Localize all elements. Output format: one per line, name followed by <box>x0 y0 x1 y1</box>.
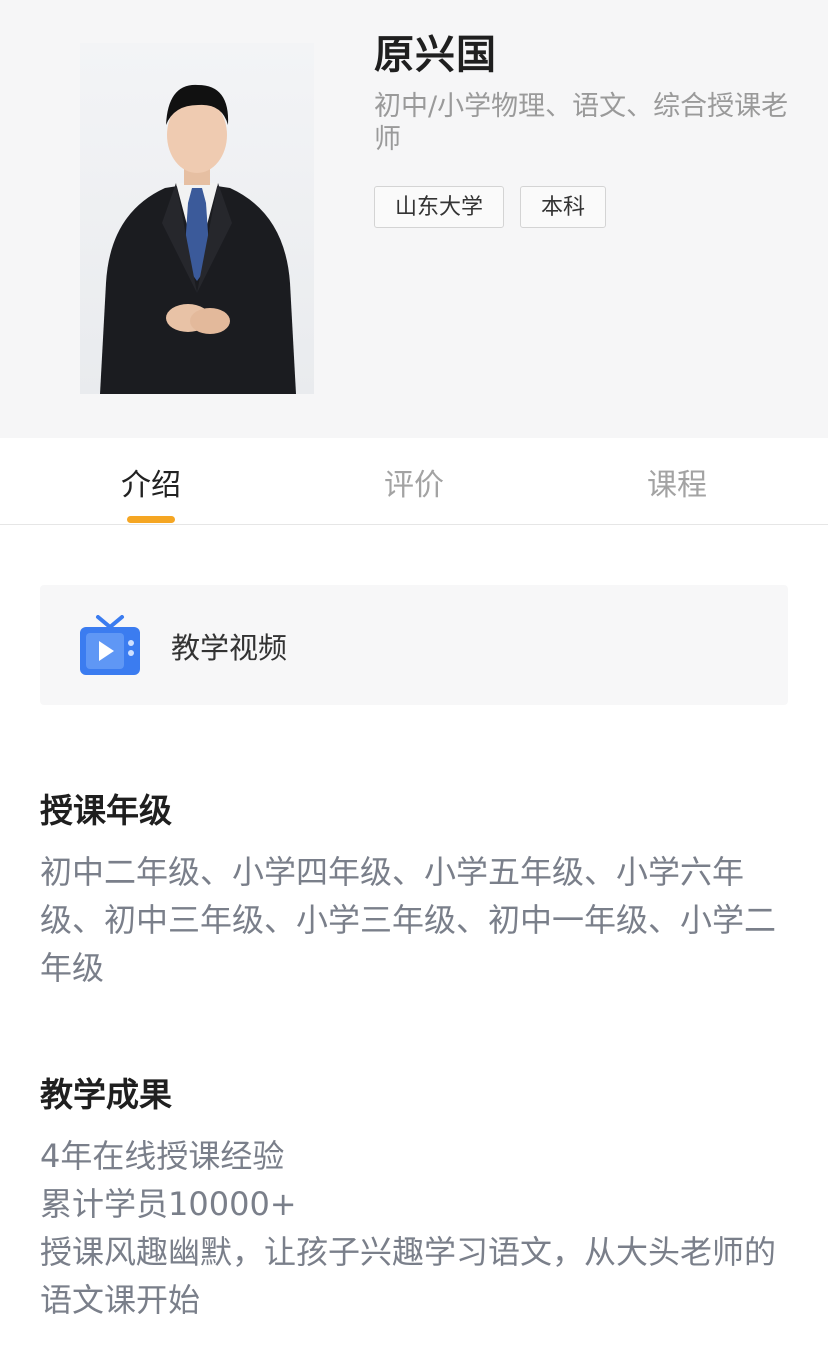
teacher-subtitle: 初中/小学物理、语文、综合授课老师 <box>374 91 789 155</box>
tab-reviews[interactable]: 评价 <box>354 460 474 504</box>
achievements-list: 4年在线授课经验 累计学员10000+ 授课风趣幽默，让孩子兴趣学习语文，从大头… <box>40 1132 780 1324</box>
tab-intro[interactable]: 介绍 <box>91 460 211 504</box>
teacher-header: 原兴国 初中/小学物理、语文、综合授课老师 山东大学 本科 <box>0 0 828 438</box>
tab-bar: 介绍 评价 课程 <box>0 438 828 525</box>
achievement-item: 4年在线授课经验 <box>40 1137 285 1175</box>
grades-text: 初中二年级、小学四年级、小学五年级、小学六年级、初中三年级、小学三年级、初中一年… <box>40 853 777 987</box>
teaching-video-card[interactable]: 教学视频 <box>40 585 788 705</box>
teacher-portrait-illustration <box>100 84 296 394</box>
grades-title: 授课年级 <box>40 791 172 830</box>
teacher-tags: 山东大学 本科 <box>374 186 607 228</box>
teacher-photo <box>80 43 314 394</box>
teacher-name: 原兴国 <box>374 32 497 78</box>
teaching-video-label: 教学视频 <box>171 631 288 665</box>
achievement-item: 授课风趣幽默，让孩子兴趣学习语文，从大头老师的语文课开始 <box>40 1233 777 1319</box>
tab-courses[interactable]: 课程 <box>617 460 737 504</box>
tv-play-icon <box>80 615 140 677</box>
achievements-title: 教学成果 <box>40 1075 172 1114</box>
tag-degree: 本科 <box>520 186 607 228</box>
achievement-item: 累计学员10000+ <box>40 1185 297 1223</box>
active-tab-indicator <box>127 516 175 523</box>
tag-university: 山东大学 <box>374 186 505 228</box>
